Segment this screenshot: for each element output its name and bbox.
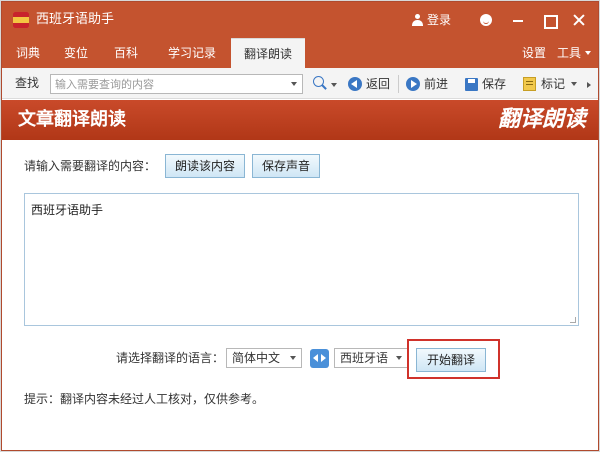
search-dropdown-icon[interactable] xyxy=(291,82,297,86)
forward-arrow-icon xyxy=(406,77,420,91)
save-label: 保存 xyxy=(482,77,507,91)
tab-conjugation[interactable]: 变位 xyxy=(58,38,94,68)
toolbar-overflow-icon[interactable] xyxy=(587,82,591,88)
login-label: 登录 xyxy=(427,13,452,27)
spanish-flag-logo-icon xyxy=(13,12,29,28)
bookmark-button[interactable]: 标记 xyxy=(523,75,578,93)
user-icon xyxy=(412,14,423,26)
page-title: 文章翻译朗读 xyxy=(18,109,126,130)
translation-input-box: 西班牙语助手 xyxy=(24,193,579,326)
save-button[interactable]: 保存 xyxy=(465,75,506,93)
title-bar: 西班牙语助手 登录 xyxy=(2,2,598,38)
search-label: 查找 xyxy=(15,76,40,90)
disclaimer-hint: 提示：翻译内容未经过人工核对，仅供参考。 xyxy=(24,392,265,406)
bookmark-label: 标记 xyxy=(541,77,566,91)
menu-bar: 词典 变位 百科 学习记录 翻译朗读 设置 工具 xyxy=(2,38,598,68)
swap-languages-icon[interactable] xyxy=(310,349,329,368)
smile-icon[interactable] xyxy=(476,10,496,30)
tab-encyclopedia[interactable]: 百科 xyxy=(108,38,144,68)
login-button[interactable]: 登录 xyxy=(412,12,451,28)
target-language-value: 西班牙语 xyxy=(340,351,389,365)
maximize-icon[interactable] xyxy=(539,10,559,30)
tab-dictionary[interactable]: 词典 xyxy=(10,38,46,68)
chevron-down-icon xyxy=(290,356,296,360)
app-title: 西班牙语助手 xyxy=(36,12,115,27)
save-audio-button[interactable]: 保存声音 xyxy=(252,154,320,178)
settings-link[interactable]: 设置 xyxy=(522,38,546,68)
target-language-select[interactable]: 西班牙语 xyxy=(334,348,408,368)
language-label: 请选择翻译的语言： xyxy=(116,351,225,365)
section-banner: 文章翻译朗读 翻译朗读 xyxy=(2,100,598,140)
back-arrow-icon xyxy=(348,77,362,91)
search-icon[interactable] xyxy=(312,76,328,92)
search-input[interactable] xyxy=(51,75,283,93)
source-language-select[interactable]: 简体中文 xyxy=(226,348,302,368)
translation-input[interactable]: 西班牙语助手 xyxy=(25,194,578,325)
tools-label: 工具 xyxy=(557,46,582,60)
tab-translate-read[interactable]: 翻译朗读 xyxy=(231,38,305,68)
close-icon[interactable] xyxy=(569,10,589,30)
search-options-chevron-icon[interactable] xyxy=(331,83,337,87)
chevron-down-icon xyxy=(585,51,592,55)
app-window: 西班牙语助手 登录 词典 变位 百科 学习记录 翻译朗读 设置 工具 查找 返回 xyxy=(1,1,599,451)
toolbar: 查找 返回 前进 保存 标记 xyxy=(2,68,598,99)
save-disk-icon xyxy=(465,77,478,91)
read-aloud-button[interactable]: 朗读该内容 xyxy=(165,154,245,178)
back-button[interactable]: 返回 xyxy=(348,75,390,93)
forward-button[interactable]: 前进 xyxy=(406,75,448,93)
banner-logo: 翻译朗读 xyxy=(497,107,586,132)
start-translate-button[interactable]: 开始翻译 xyxy=(416,348,486,372)
search-box xyxy=(50,74,303,94)
toolbar-divider xyxy=(398,75,399,93)
bookmark-icon xyxy=(523,77,536,91)
tab-study-record[interactable]: 学习记录 xyxy=(160,38,224,68)
resize-grip-icon[interactable] xyxy=(570,317,576,323)
back-label: 返回 xyxy=(366,77,391,91)
tools-menu[interactable]: 工具 xyxy=(557,38,592,68)
input-prompt-label: 请输入需要翻译的内容： xyxy=(24,159,157,173)
chevron-down-icon xyxy=(396,356,402,360)
chevron-down-icon xyxy=(571,82,578,86)
minimize-icon[interactable] xyxy=(508,10,528,30)
forward-label: 前进 xyxy=(424,77,449,91)
source-language-value: 简体中文 xyxy=(232,351,281,365)
